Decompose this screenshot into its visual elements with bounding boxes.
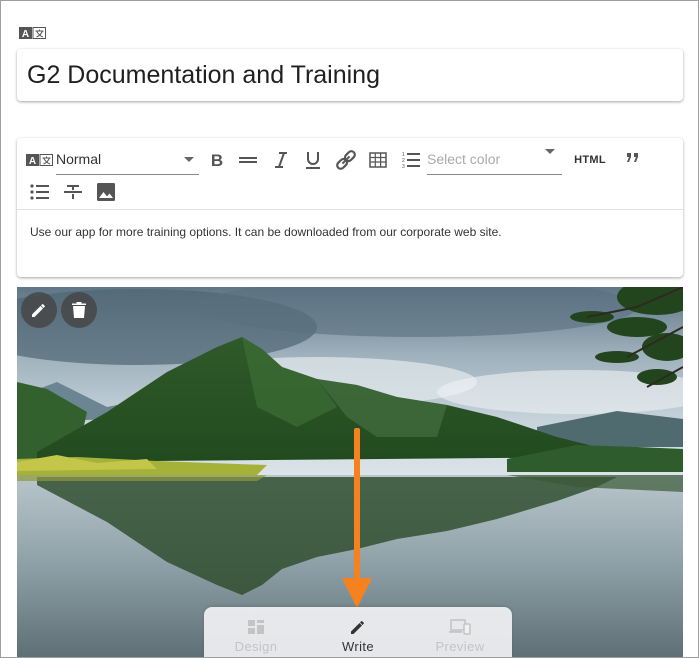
delete-image-button[interactable] (61, 292, 97, 328)
svg-text:A: A (22, 29, 29, 40)
tab-preview-label: Preview (435, 639, 485, 654)
translate-icon[interactable]: A (26, 152, 54, 168)
table-icon[interactable] (368, 150, 388, 170)
dashboard-icon (248, 620, 264, 634)
rich-text-editor: A Normal B 1 2 3 Select color HTML Use o… (17, 138, 683, 277)
tab-design-label: Design (234, 639, 278, 654)
app-frame: A G2 Documentation and Training A Normal (0, 0, 699, 658)
svg-text:3: 3 (402, 164, 405, 169)
bullet-list-icon[interactable] (29, 182, 51, 202)
translate-icon[interactable]: A (19, 25, 47, 41)
paragraph-style-value: Normal (56, 151, 102, 167)
bold-icon[interactable]: B (207, 150, 227, 170)
html-source-button[interactable]: HTML (570, 152, 610, 168)
insert-image-icon[interactable] (95, 182, 117, 202)
editor-body-text[interactable]: Use our app for more training options. I… (30, 225, 502, 239)
blockquote-icon[interactable] (623, 150, 643, 166)
select-underline (427, 174, 562, 175)
numbered-list-icon[interactable]: 123 (400, 150, 422, 170)
toolbar-divider (17, 209, 683, 210)
color-select-placeholder: Select color (427, 151, 501, 167)
italic-icon[interactable] (271, 150, 291, 170)
select-underline (56, 174, 199, 175)
pencil-icon (351, 621, 364, 634)
strikethrough-icon[interactable] (62, 182, 84, 202)
devices-icon (449, 619, 471, 635)
tab-preview[interactable]: Preview (409, 607, 511, 657)
tab-write-label: Write (341, 639, 375, 654)
horizontal-rule-icon[interactable] (237, 150, 259, 170)
title-card[interactable]: G2 Documentation and Training (17, 49, 683, 101)
pencil-icon (32, 304, 45, 317)
annotation-arrow (342, 428, 372, 608)
edit-image-button[interactable] (21, 292, 57, 328)
underline-icon[interactable] (303, 149, 323, 171)
tab-write[interactable]: Write (307, 607, 409, 657)
mode-switcher: Design Write Preview (204, 607, 512, 657)
svg-text:B: B (211, 151, 223, 169)
tab-design[interactable]: Design (205, 607, 307, 657)
chevron-down-icon (184, 157, 194, 162)
chevron-down-icon (545, 149, 555, 154)
trash-icon (72, 302, 86, 318)
svg-text:A: A (29, 156, 36, 167)
page-title[interactable]: G2 Documentation and Training (27, 61, 380, 90)
link-icon[interactable] (333, 148, 359, 172)
